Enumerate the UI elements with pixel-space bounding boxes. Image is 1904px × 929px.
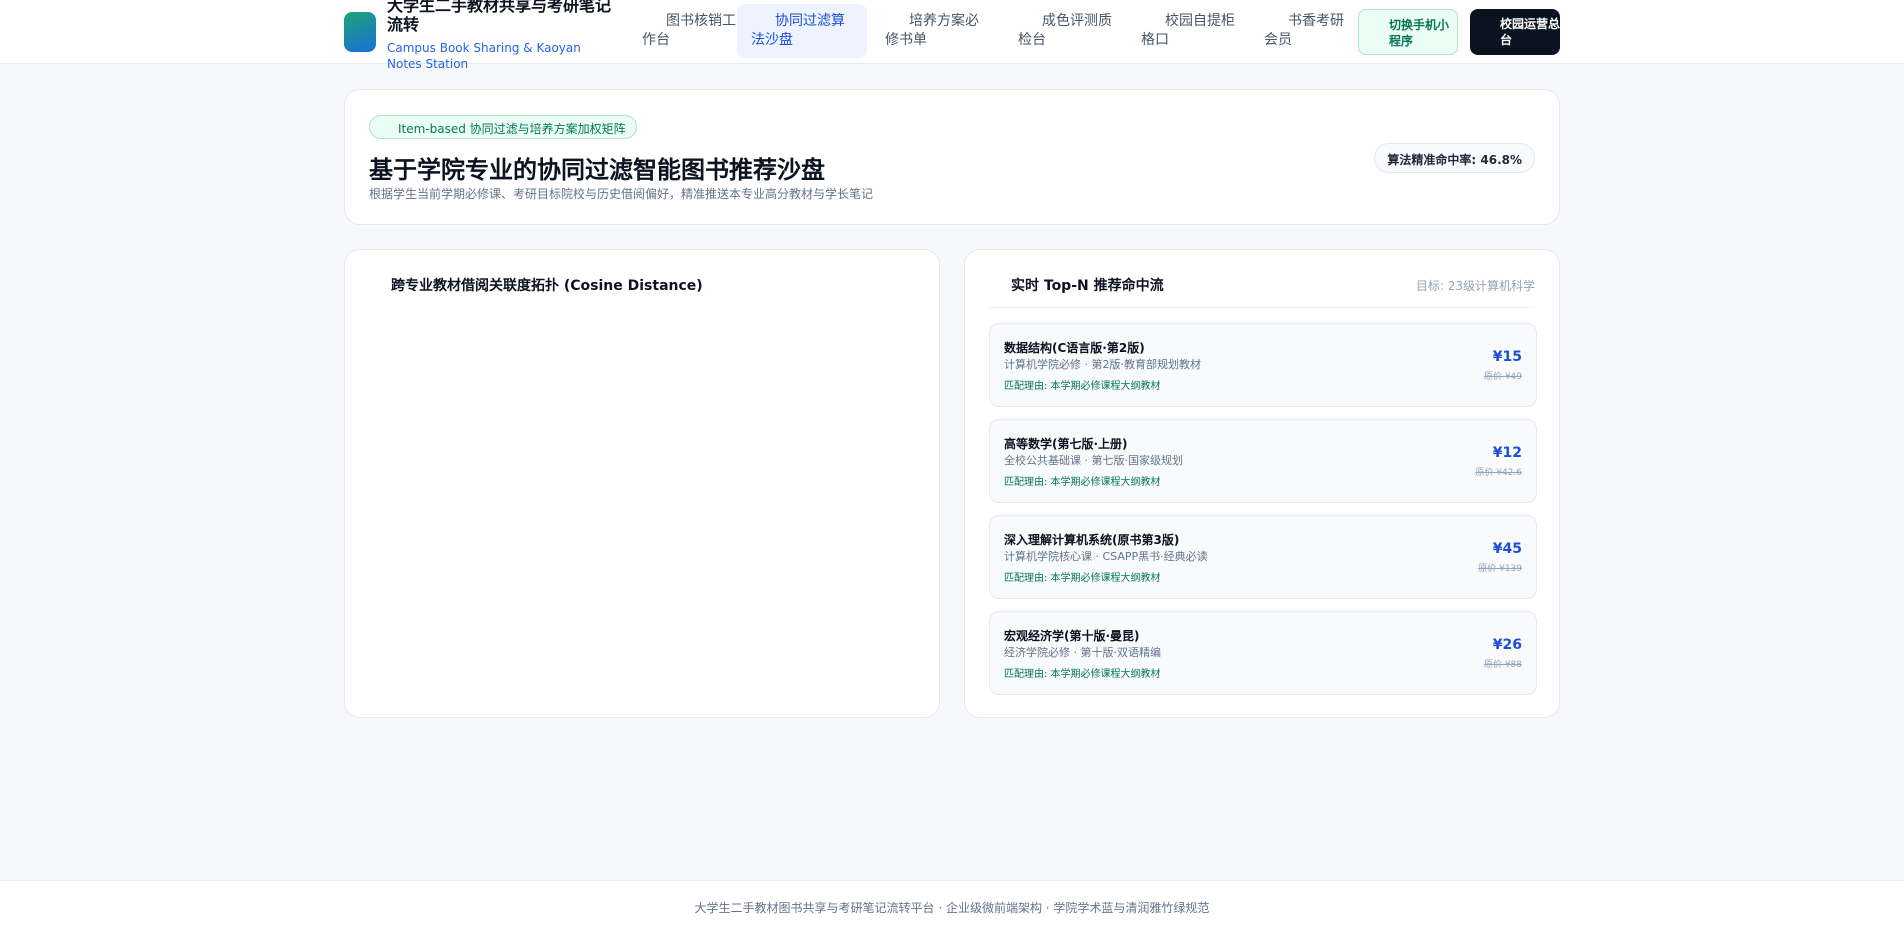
topology-panel-title: 跨专业教材借阅关联度拓扑 (Cosine Distance) — [391, 278, 703, 294]
recommendation-card[interactable]: 深入理解计算机系统(原书第3版) 计算机学院核心课 · CSAPP黑书·经典必读… — [989, 515, 1537, 599]
target-cohort-label: 目标: 23级计算机科学 — [1415, 279, 1535, 293]
app-logo[interactable] — [344, 12, 376, 52]
book-original-price: 原价 ¥49 — [1483, 372, 1522, 382]
nav-item-required-booklist[interactable]: 培养方案必修书单 — [871, 4, 1001, 58]
book-meta: 计算机学院核心课 · CSAPP黑书·经典必读 — [1004, 550, 1208, 563]
book-title: 高等数学(第七版·上册) — [1004, 437, 1128, 451]
page-title: 基于学院专业的协同过滤智能图书推荐沙盘 — [369, 156, 825, 184]
recommendation-card[interactable]: 数据结构(C语言版·第2版) 计算机学院必修 · 第2版·教育部规划教材 匹配理… — [989, 323, 1537, 407]
brand-title: 大学生二手教材共享与考研笔记流转 — [387, 0, 612, 34]
nav-item-cf-sandbox[interactable]: 协同过滤算法沙盘 — [737, 4, 867, 58]
recommendation-card[interactable]: 高等数学(第七版·上册) 全校公共基础课 · 第七版·国家级规划 匹配理由: 本… — [989, 419, 1537, 503]
hit-rate-badge: 算法精准命中率: 46.8% — [1374, 143, 1535, 173]
book-original-price: 原价 ¥139 — [1478, 564, 1522, 574]
recommendation-panel-title: 实时 Top-N 推荐命中流 — [1011, 278, 1164, 294]
algorithm-tag-badge: Item-based 协同过滤与培养方案加权矩阵 — [369, 115, 637, 139]
nav-item-kaoyan-membership[interactable]: 书香考研会员 — [1250, 4, 1360, 58]
panel-divider — [989, 307, 1535, 308]
nav-item-pickup-locker[interactable]: 校园自提柜格口 — [1127, 4, 1257, 58]
footer-text: 大学生二手教材图书共享与考研笔记流转平台 · 企业级微前端架构 · 学院学术蓝与… — [694, 901, 1210, 915]
recommendation-card[interactable]: 宏观经济学(第十版·曼昆) 经济学院必修 · 第十版·双语精编 匹配理由: 本学… — [989, 611, 1537, 695]
book-title: 宏观经济学(第十版·曼昆) — [1004, 629, 1140, 643]
brand-subtitle: Campus Book Sharing & Kaoyan Notes Stati… — [387, 41, 581, 71]
book-price: ¥15 — [1492, 349, 1522, 365]
recommendation-panel: 实时 Top-N 推荐命中流 目标: 23级计算机科学 数据结构(C语言版·第2… — [964, 249, 1560, 718]
book-price: ¥12 — [1492, 445, 1522, 461]
match-reason: 匹配理由: 本学期必修课程大纲教材 — [1004, 381, 1161, 392]
book-meta: 计算机学院必修 · 第2版·教育部规划教材 — [1004, 358, 1201, 371]
nav-item-quality-inspection[interactable]: 成色评测质检台 — [1004, 4, 1134, 58]
top-navigation-bar: 大学生二手教材共享与考研笔记流转 Campus Book Sharing & K… — [0, 0, 1904, 71]
book-price: ¥26 — [1492, 637, 1522, 653]
hero-card: Item-based 协同过滤与培养方案加权矩阵 基于学院专业的协同过滤智能图书… — [344, 89, 1560, 225]
page-footer: 大学生二手教材图书共享与考研笔记流转平台 · 企业级微前端架构 · 学院学术蓝与… — [0, 880, 1904, 929]
book-meta: 经济学院必修 · 第十版·双语精编 — [1004, 646, 1161, 659]
book-title: 数据结构(C语言版·第2版) — [1004, 341, 1145, 355]
campus-ops-console-button[interactable]: 校园运营总台 — [1470, 9, 1560, 55]
book-title: 深入理解计算机系统(原书第3版) — [1004, 533, 1180, 547]
book-price: ¥45 — [1492, 541, 1522, 557]
switch-mini-program-button[interactable]: 切换手机小程序 — [1358, 9, 1458, 55]
page-description: 根据学生当前学期必修课、考研目标院校与历史借阅偏好，精准推送本专业高分教材与学长… — [369, 187, 874, 201]
topology-panel: 跨专业教材借阅关联度拓扑 (Cosine Distance) — [344, 249, 940, 718]
match-reason: 匹配理由: 本学期必修课程大纲教材 — [1004, 477, 1161, 488]
match-reason: 匹配理由: 本学期必修课程大纲教材 — [1004, 573, 1161, 584]
book-original-price: 原价 ¥88 — [1483, 660, 1522, 670]
match-reason: 匹配理由: 本学期必修课程大纲教材 — [1004, 669, 1161, 680]
recommendation-list: 数据结构(C语言版·第2版) 计算机学院必修 · 第2版·教育部规划教材 匹配理… — [989, 323, 1537, 707]
topology-graph-canvas[interactable] — [369, 314, 915, 693]
book-original-price: 原价 ¥42.6 — [1475, 468, 1522, 478]
book-meta: 全校公共基础课 · 第七版·国家级规划 — [1004, 454, 1183, 467]
